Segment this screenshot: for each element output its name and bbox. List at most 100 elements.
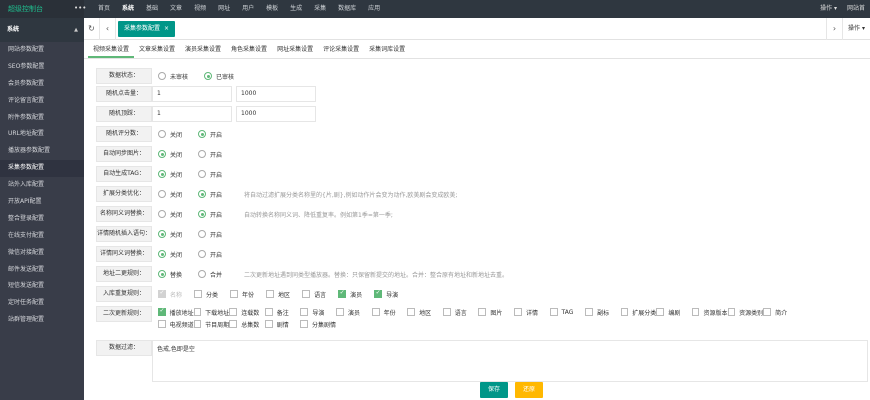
checkbox-option[interactable]: 备注	[264, 308, 301, 317]
radio-option[interactable]: 已审核	[204, 72, 234, 81]
subtab[interactable]: 网址采集设置	[272, 41, 318, 58]
checkbox-option[interactable]: 分集剧情	[300, 320, 336, 329]
radio-option[interactable]: 关闭	[158, 190, 182, 199]
checkbox-option[interactable]: 总集数	[229, 320, 265, 329]
app-logo[interactable]: 超级控制台	[0, 0, 84, 18]
topnav-item[interactable]: 首页	[92, 0, 116, 18]
radio-option[interactable]: 关闭	[158, 210, 182, 219]
sidebar-item[interactable]: 短信发送配置	[0, 278, 84, 295]
subtab[interactable]: 演员采集设置	[180, 41, 226, 58]
sidebar-item[interactable]: 整合登录配置	[0, 211, 84, 228]
checkbox-option[interactable]: 连载数	[229, 308, 265, 317]
topnav-item[interactable]: 用户	[236, 0, 260, 18]
topnav-item[interactable]: 模板	[260, 0, 284, 18]
sidebar-item[interactable]: 邮件发送配置	[0, 262, 84, 279]
refresh-icon[interactable]: ↻	[84, 18, 100, 40]
topnav-item[interactable]: 生成	[284, 0, 308, 18]
sidebar-item[interactable]: 评论留言配置	[0, 93, 84, 110]
checkbox-option[interactable]: 副标	[585, 308, 621, 317]
topnav-item[interactable]: 网址	[212, 0, 236, 18]
sidebar-item[interactable]: 附件参数配置	[0, 110, 84, 127]
checkbox-option[interactable]: 播放地址	[158, 307, 194, 317]
sidebar-header[interactable]: 系统 ▲	[0, 18, 84, 42]
checkbox-option[interactable]: 分类	[194, 290, 218, 299]
chevron-right-icon[interactable]: ›	[826, 18, 842, 40]
sidebar-item[interactable]: 在线支付配置	[0, 228, 84, 245]
topnav-item[interactable]: 系统	[116, 0, 140, 18]
radio-option[interactable]: 关闭	[158, 230, 182, 239]
tab-ops-button[interactable]: 操作 ▾	[842, 18, 870, 40]
radio-option[interactable]: 关闭	[158, 170, 182, 179]
topnav-item[interactable]: 文章	[164, 0, 188, 18]
radio-option[interactable]: 替换	[158, 270, 182, 279]
subtab[interactable]: 视频采集设置	[88, 41, 135, 58]
tab-collect-config[interactable]: 采集参数配置 ×	[118, 21, 176, 37]
topright-item[interactable]: 网站首	[842, 0, 870, 18]
checkbox-option[interactable]: 地区	[407, 308, 443, 317]
checkbox-option[interactable]: 下载地址	[193, 308, 229, 317]
topnav-item[interactable]: 视频	[188, 0, 212, 18]
sidebar-item[interactable]: 定时任务配置	[0, 295, 84, 312]
radio-option[interactable]: 关闭	[158, 150, 182, 159]
radio-option[interactable]: 开启	[198, 190, 222, 199]
checkbox-option[interactable]: 语言	[442, 308, 479, 317]
likes-max-input[interactable]: 1000	[236, 106, 316, 122]
checkbox-option[interactable]: 电视频道	[158, 320, 194, 329]
checkbox-option[interactable]: 扩展分类	[620, 308, 656, 317]
sidebar-item[interactable]: 采集参数配置	[0, 160, 84, 178]
likes-min-input[interactable]: 1	[152, 106, 232, 122]
radio-option[interactable]: 未审核	[158, 72, 188, 81]
sidebar-item[interactable]: SEO参数配置	[0, 59, 84, 76]
checkbox-option[interactable]: 简介	[763, 308, 799, 317]
checkbox-option[interactable]: 资源版本	[691, 308, 728, 317]
sidebar-item[interactable]: 微信对接配置	[0, 245, 84, 262]
checkbox-option[interactable]: 年份	[230, 290, 254, 299]
subtab[interactable]: 评论采集设置	[318, 41, 364, 58]
checkbox-option[interactable]: 剧情	[264, 320, 301, 329]
checkbox-option[interactable]: 导演	[300, 308, 336, 317]
checkbox-option[interactable]: 演员	[338, 289, 362, 299]
radio-option[interactable]: 开启	[198, 210, 222, 219]
chevron-left-icon[interactable]: ‹	[100, 18, 116, 40]
radio-option[interactable]: 开启	[198, 250, 222, 259]
topnav-item[interactable]: 采集	[308, 0, 332, 18]
filter-textarea[interactable]: 色戒,色即是空	[152, 340, 868, 382]
radio-option[interactable]: 关闭	[158, 250, 182, 259]
checkbox-option[interactable]: 导演	[374, 289, 398, 299]
sidebar-item[interactable]: 开放API配置	[0, 194, 84, 211]
topnav-item[interactable]: 应用	[362, 0, 386, 18]
checkbox-option[interactable]: 资源类别	[727, 308, 763, 317]
checkbox-option[interactable]: 节目周期	[193, 320, 229, 329]
radio-option[interactable]: 开启	[198, 150, 222, 159]
topnav-item[interactable]: 数据库	[332, 0, 362, 18]
sidebar-item[interactable]: 网站参数配置	[0, 42, 84, 59]
save-button[interactable]: 保存	[480, 382, 509, 398]
checkbox-option[interactable]: 详情	[513, 308, 550, 317]
hits-min-input[interactable]: 1	[152, 86, 232, 102]
subtab[interactable]: 采集词库设置	[364, 41, 410, 58]
sidebar-item[interactable]: 站群管理配置	[0, 312, 84, 329]
subtab[interactable]: 文章采集设置	[134, 41, 180, 58]
more-icon[interactable]: •••	[74, 0, 86, 16]
checkbox-option[interactable]: 语言	[302, 290, 326, 299]
checkbox-option[interactable]: TAG	[549, 308, 586, 316]
sidebar-item[interactable]: URL地址配置	[0, 126, 84, 143]
topnav-item[interactable]: 基础	[140, 0, 164, 18]
radio-option[interactable]: 开启	[198, 130, 222, 139]
radio-option[interactable]: 合并	[198, 270, 222, 279]
checkbox-option[interactable]: 年份	[371, 308, 408, 317]
radio-option[interactable]: 关闭	[158, 130, 182, 139]
sidebar-item[interactable]: 播放器参数配置	[0, 143, 84, 160]
checkbox-option[interactable]: 编剧	[656, 308, 692, 317]
checkbox-option[interactable]: 演员	[335, 308, 372, 317]
sidebar-item[interactable]: 站外入库配置	[0, 177, 84, 194]
topright-item[interactable]: 操作 ▾	[815, 0, 842, 18]
radio-option[interactable]: 开启	[198, 170, 222, 179]
reset-button[interactable]: 还原	[515, 382, 544, 398]
radio-option[interactable]: 开启	[198, 230, 222, 239]
sidebar-item[interactable]: 会员参数配置	[0, 76, 84, 93]
close-icon[interactable]: ×	[164, 25, 169, 32]
checkbox-option[interactable]: 图片	[478, 308, 514, 317]
subtab[interactable]: 角色采集设置	[226, 41, 272, 58]
checkbox-option[interactable]: 地区	[266, 290, 290, 299]
